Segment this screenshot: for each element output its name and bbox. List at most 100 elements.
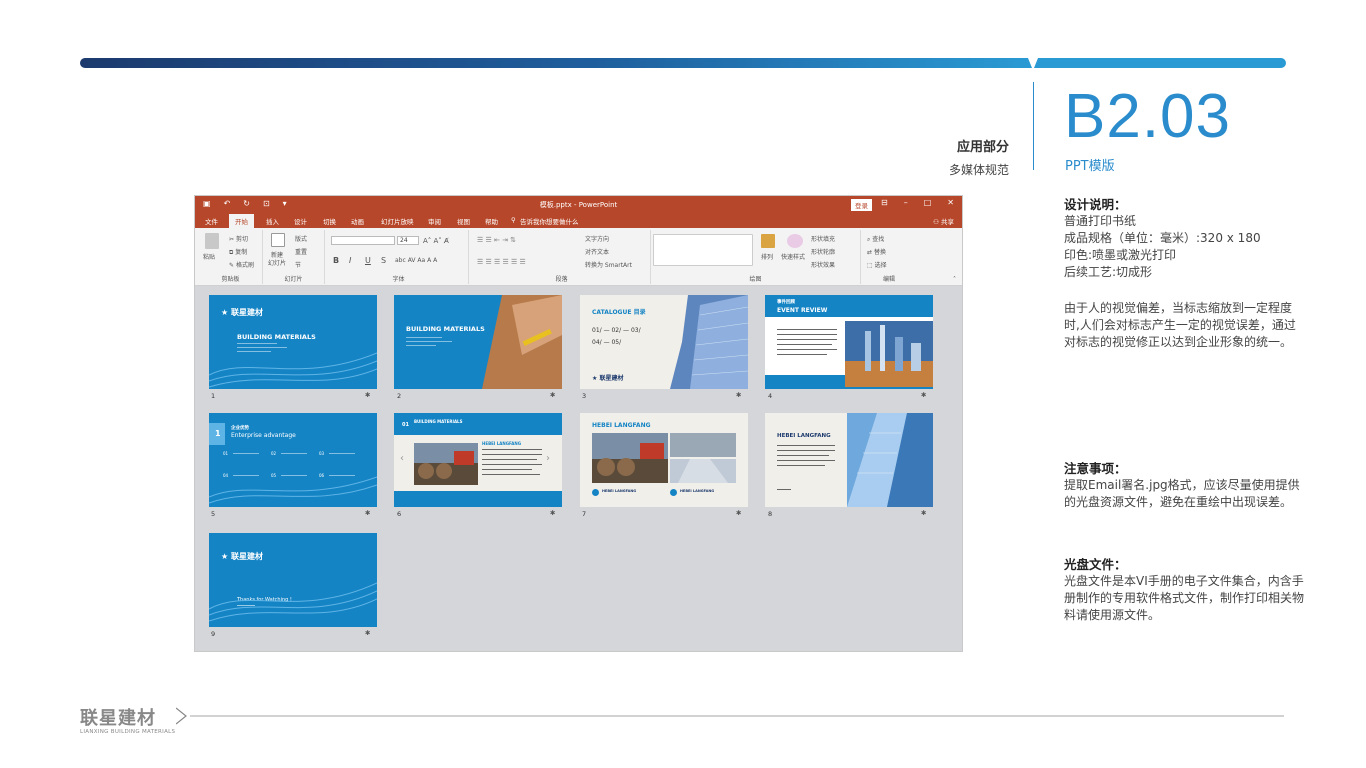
italic-button[interactable]: I: [349, 256, 351, 265]
slide-title: EVENT REVIEW: [777, 307, 828, 314]
bullets-icon[interactable]: ☰ ☰ ⇤ ⇥ ⇅: [477, 236, 516, 244]
header-divider: [1033, 82, 1034, 170]
slide-thumbnail[interactable]: HEBEI LANGFANG HEBEI LANGFANG HEBEI LANG…: [580, 413, 748, 507]
new-slide-label-2[interactable]: 幻灯片: [268, 258, 286, 267]
slide-thumbnail[interactable]: BUILDING MATERIALS: [394, 295, 562, 389]
tab-insert[interactable]: 插入: [266, 216, 279, 226]
person-icon: ⚇: [933, 218, 939, 226]
reset-button[interactable]: 重置: [295, 247, 307, 256]
slide-logo: ★ 联星建材: [592, 375, 624, 382]
format-painter-button[interactable]: ✎ 格式刷: [229, 260, 254, 269]
slide-title: CATALOGUE 目录: [592, 309, 646, 316]
transition-icon: ✱: [921, 391, 927, 399]
transition-icon: ✱: [921, 509, 927, 517]
tab-review[interactable]: 审阅: [428, 216, 441, 226]
align-icons[interactable]: ☰ ☰ ☰ ☰ ☰ ☰: [477, 258, 526, 266]
lightbulb-icon: ⚲: [511, 216, 516, 224]
tab-help[interactable]: 帮助: [485, 216, 498, 226]
text-direction-button[interactable]: 文字方向: [585, 234, 609, 243]
arrange-icon[interactable]: [761, 234, 775, 248]
login-button[interactable]: 登录: [851, 199, 872, 211]
slide-number: 3: [582, 392, 587, 400]
paste-icon[interactable]: [205, 233, 219, 249]
group-clipboard: 粘贴 ✂ 剪切 ⧉ 复制 ✎ 格式刷 剪贴板: [199, 230, 263, 284]
slide-thumbnail[interactable]: 1 企业优势 Enterprise advantage 01 02 03 04 …: [209, 413, 377, 507]
tab-view[interactable]: 视图: [457, 216, 470, 226]
disc-notes: 光盘文件： 光盘文件是本VI手册的电子文件集合，内含手册制作的专用软件格式文件，…: [1064, 556, 1304, 624]
strikethrough-button[interactable]: S: [381, 256, 386, 265]
next-arrow-icon: ›: [546, 453, 550, 464]
new-slide-icon[interactable]: [271, 233, 285, 247]
slide-thumbnail[interactable]: HEBEI LANGFANG: [765, 413, 933, 507]
slide-number: 5: [211, 510, 216, 518]
ppt-titlebar: ▣ ↶ ↻ ⊡ ▾ 模板.pptx - PowerPoint 登录 ⊟ – □ …: [195, 196, 962, 213]
select-button[interactable]: ⬚ 选择: [867, 260, 887, 269]
slide-thumbnail[interactable]: ★ 联星建材 Thanks for Watching !: [209, 533, 377, 627]
slide-heading: HEBEI LANGFANG: [482, 441, 522, 446]
tab-animations[interactable]: 动画: [351, 216, 364, 226]
correction-paragraph: 由于人的视觉偏差，当标志缩放到一定程度时,人们会对标志产生一定的视觉误差，通过对…: [1064, 301, 1296, 349]
bold-button[interactable]: B: [333, 256, 339, 265]
paste-label[interactable]: 粘贴: [203, 252, 215, 261]
font-name-field[interactable]: [331, 236, 395, 245]
share-button[interactable]: ⚇ 共享: [933, 216, 954, 226]
tab-transitions[interactable]: 切换: [323, 216, 336, 226]
copy-button[interactable]: ⧉ 复制: [229, 247, 247, 257]
slide-thumbnail[interactable]: 事件回顾 EVENT REVIEW: [765, 295, 933, 389]
slide-number: 7: [582, 510, 587, 518]
shape-fill-button[interactable]: 形状填充: [811, 234, 835, 243]
footer-rule: [175, 706, 1286, 730]
ribbon-display-icon[interactable]: ⊟: [881, 198, 888, 207]
replace-button[interactable]: ⇄ 替换: [867, 247, 886, 256]
ribbon-tabs: 文件 开始 插入 设计 切换 动画 幻灯片放映 审阅 视图 帮助 ⚲ 告诉我你想…: [195, 213, 962, 228]
quick-styles-button[interactable]: 快速样式: [781, 252, 805, 261]
design-notes: 设计说明： 普通打印书纸 成品规格（单位：毫米）:320 x 180 印色:喷墨…: [1064, 196, 1304, 281]
footer-logo-cn: 联星建材: [80, 708, 156, 729]
font-size-field[interactable]: 24: [397, 236, 419, 245]
group-label: 字体: [392, 276, 405, 283]
caution-notes: 注意事项： 提取Email署名.jpg格式，应该尽量使用提供的光盘资源文件，避免…: [1064, 460, 1304, 511]
slide-thumbnail[interactable]: ★ 联星建材 BUILDING MATERIALS: [209, 295, 377, 389]
arrange-button[interactable]: 排列: [761, 252, 773, 261]
caution-heading: 注意事项：: [1064, 461, 1127, 476]
catalogue-item: 04/ — 05/: [592, 339, 622, 346]
slide-thumbnail[interactable]: CATALOGUE 目录 01/ — 02/ — 03/ 04/ — 05/ ★…: [580, 295, 748, 389]
slide-subtitle: 企业优势: [231, 426, 249, 431]
top-color-band: [80, 58, 1286, 68]
tab-design[interactable]: 设计: [294, 216, 307, 226]
underline-button[interactable]: U: [365, 256, 371, 265]
maximize-icon[interactable]: □: [924, 198, 932, 207]
manual-page: 应用部分 多媒体规范 B2.03 PPT模版 设计说明： 普通打印书纸 成品规格…: [0, 0, 1366, 768]
transition-icon: ✱: [736, 509, 742, 517]
font-grow-icon[interactable]: A˄ A˅ A̸: [423, 237, 449, 245]
tell-me-search[interactable]: 告诉我你想要做什么: [520, 216, 579, 226]
quick-styles-icon[interactable]: [787, 234, 803, 248]
slide-number: 8: [768, 510, 773, 518]
align-text-button[interactable]: 对齐文本: [585, 247, 609, 256]
shape-effects-button[interactable]: 形状效果: [811, 260, 835, 269]
slide-number: 6: [397, 510, 402, 518]
shape-outline-button[interactable]: 形状轮廓: [811, 247, 835, 256]
group-slides: 新建 幻灯片 版式 重置 节 幻灯片: [263, 230, 325, 284]
tab-file[interactable]: 文件: [205, 216, 218, 226]
cut-button[interactable]: ✂ 剪切: [229, 234, 248, 243]
slide-sorter: ★ 联星建材 BUILDING MATERIALS 1 ✱ BUILDING M…: [195, 287, 962, 651]
group-label: 段落: [555, 276, 568, 283]
shapes-gallery[interactable]: [653, 234, 753, 266]
slide-number: 4: [768, 392, 773, 400]
page-code: B2.03: [1064, 82, 1232, 151]
tab-home[interactable]: 开始: [229, 214, 254, 228]
smartart-button[interactable]: 转换为 SmartArt: [585, 260, 632, 269]
search-icon: ⌕: [867, 236, 871, 243]
section-button[interactable]: 节: [295, 260, 301, 269]
tab-slideshow[interactable]: 幻灯片放映: [381, 216, 414, 226]
slide-number: 9: [211, 630, 216, 638]
find-button[interactable]: ⌕ 查找: [867, 234, 884, 244]
close-icon[interactable]: ✕: [947, 198, 954, 207]
slide-title: Enterprise advantage: [231, 432, 296, 439]
layout-button[interactable]: 版式: [295, 234, 307, 243]
collapse-ribbon-icon[interactable]: ˄: [953, 276, 956, 283]
slide-thumbnail[interactable]: 01 BUILDING MATERIALS HEBEI LANGFANG ‹ ›: [394, 413, 562, 507]
char-spacing-icon[interactable]: abc AV Aa A A: [395, 257, 437, 264]
minimize-icon[interactable]: –: [904, 198, 908, 207]
